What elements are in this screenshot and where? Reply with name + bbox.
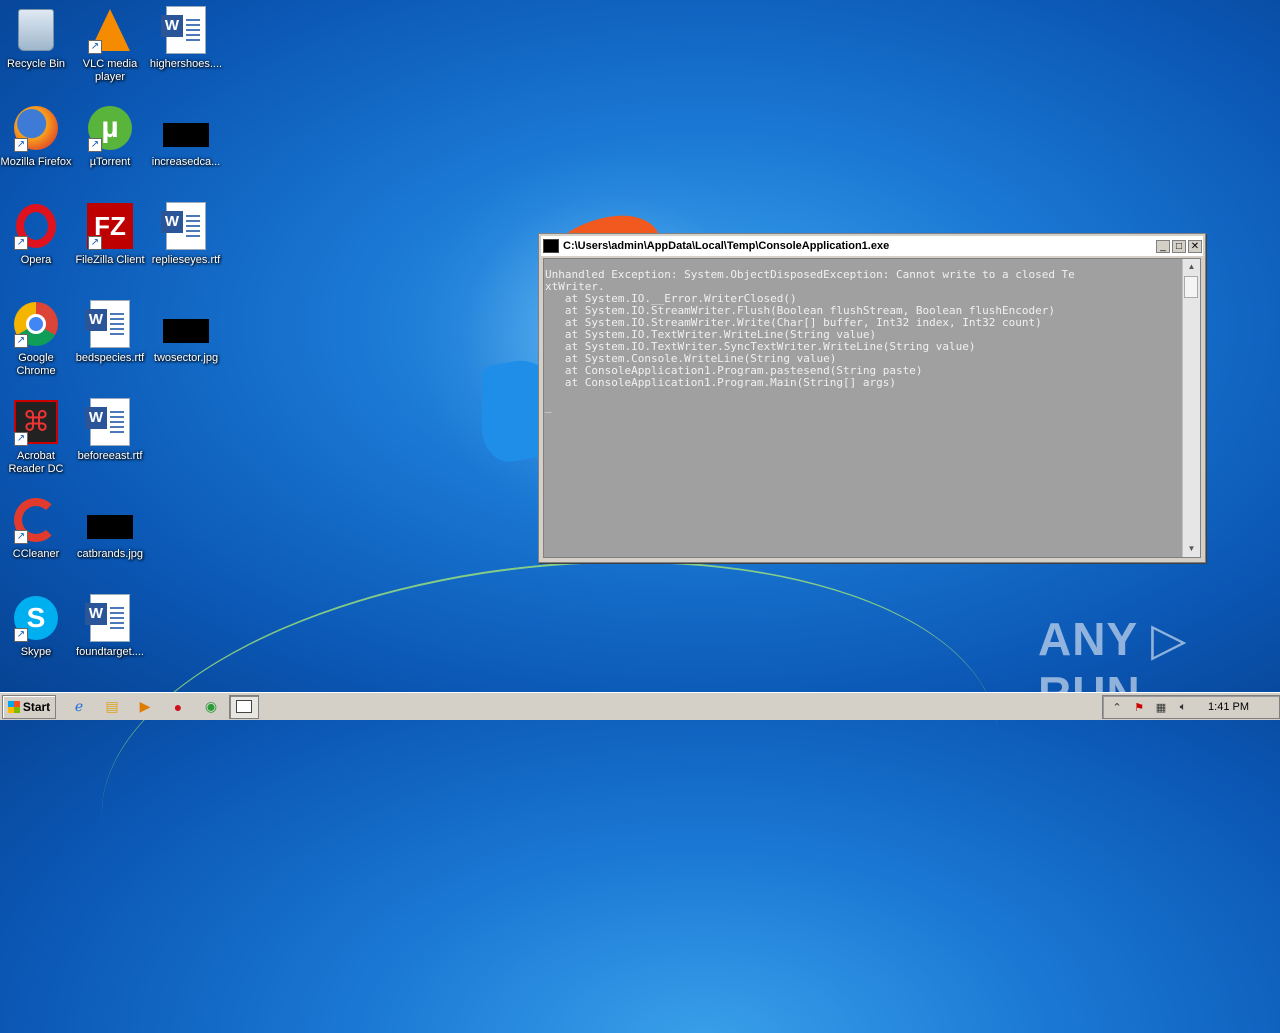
desktop-icon-recycle-bin[interactable]: Recycle Bin (0, 6, 74, 71)
image-thumbnail-icon (87, 515, 133, 539)
word-document-icon (161, 6, 206, 54)
desktop-icon-filezilla[interactable]: FZ ↗ FileZilla Client (72, 202, 148, 267)
desktop-icon-acrobat[interactable]: ⌘ ↗ Acrobat Reader DC (0, 398, 74, 476)
recycle-bin-icon (18, 9, 54, 51)
desktop-icon-label: µTorrent (89, 156, 131, 168)
desktop-icon-label: Acrobat Reader DC (8, 450, 64, 475)
desktop-icon-highershoes[interactable]: highershoes.... (148, 6, 224, 71)
console-window-icon (236, 700, 252, 713)
scroll-up-arrow-icon[interactable]: ▲ (1183, 259, 1200, 275)
shortcut-arrow-icon: ↗ (14, 432, 28, 446)
desktop-icon-vlc[interactable]: ↗ VLC media player (72, 6, 148, 84)
desktop-icon-catbrands[interactable]: catbrands.jpg (72, 496, 148, 561)
wallpaper-swoosh (80, 519, 1020, 1033)
media-player-icon[interactable]: ▶ (135, 697, 155, 717)
shortcut-arrow-icon: ↗ (88, 40, 102, 54)
desktop-icon-replieseyes[interactable]: replieseyes.rtf (148, 202, 224, 267)
taskbar: Start ℯ ▤ ▶ ● ◉ ⌃ ⚑ ▦ 🔈︎ 1:41 PM (0, 692, 1280, 720)
desktop-icon-label: Recycle Bin (6, 58, 66, 70)
system-tray: ⌃ ⚑ ▦ 🔈︎ 1:41 PM (1102, 695, 1280, 719)
explorer-icon[interactable]: ▤ (102, 697, 122, 717)
shortcut-arrow-icon: ↗ (14, 138, 28, 152)
image-thumbnail-icon (163, 319, 209, 343)
desktop-icon-increasedca[interactable]: increasedca... (148, 104, 224, 169)
console-window[interactable]: C:\Users\admin\AppData\Local\Temp\Consol… (538, 233, 1206, 563)
console-title: C:\Users\admin\AppData\Local\Temp\Consol… (563, 240, 890, 252)
desktop-icon-label: bedspecies.rtf (75, 352, 145, 364)
clock[interactable]: 1:41 PM (1208, 701, 1249, 713)
desktop-icon-label: twosector.jpg (153, 352, 219, 364)
desktop-icon-label: VLC media player (82, 58, 138, 83)
network-icon[interactable]: ▦ (1153, 699, 1169, 715)
minimize-button[interactable]: _ (1156, 239, 1170, 253)
desktop-icon-label: Google Chrome (16, 352, 56, 377)
console-titlebar[interactable]: C:\Users\admin\AppData\Local\Temp\Consol… (541, 236, 1203, 256)
volume-icon[interactable]: 🔈︎ (1175, 699, 1191, 715)
desktop-icon-label: Opera (20, 254, 52, 266)
word-document-icon (85, 594, 130, 642)
desktop-icon-bedspecies[interactable]: bedspecies.rtf (72, 300, 148, 365)
ie-icon[interactable]: ℯ (69, 697, 89, 717)
console-scrollbar[interactable]: ▲ ▼ (1182, 259, 1200, 557)
desktop-icon-twosector[interactable]: twosector.jpg (148, 300, 224, 365)
desktop-icon-chrome[interactable]: ↗ Google Chrome (0, 300, 74, 378)
desktop-icon-label: beforeeast.rtf (77, 450, 143, 462)
word-document-icon (85, 300, 130, 348)
image-thumbnail-icon (163, 123, 209, 147)
maximize-button[interactable]: □ (1172, 239, 1186, 253)
desktop-icon-label: Skype (20, 646, 52, 658)
console-output: Unhandled Exception: System.ObjectDispos… (545, 268, 1075, 413)
scroll-down-arrow-icon[interactable]: ▼ (1183, 541, 1200, 557)
desktop-icon-foundtarget[interactable]: foundtarget.... (72, 594, 148, 659)
desktop-icon-utorrent[interactable]: µ ↗ µTorrent (72, 104, 148, 169)
opera-icon[interactable]: ● (168, 697, 188, 717)
shortcut-arrow-icon: ↗ (14, 530, 28, 544)
shortcut-arrow-icon: ↗ (88, 138, 102, 152)
desktop-icon-label: CCleaner (12, 548, 60, 560)
console-app-icon[interactable] (543, 239, 559, 253)
show-hidden-icons-icon[interactable]: ⌃ (1109, 699, 1125, 715)
start-button[interactable]: Start (2, 694, 56, 719)
desktop-icon-firefox[interactable]: ↗ Mozilla Firefox (0, 104, 74, 169)
desktop-icon-label: Mozilla Firefox (0, 156, 72, 168)
scrollbar-thumb[interactable] (1184, 276, 1198, 298)
word-document-icon (161, 202, 206, 250)
action-center-icon[interactable]: ⚑ (1131, 699, 1147, 715)
desktop-icon-label: highershoes.... (149, 58, 223, 70)
desktop-icon-label: replieseyes.rtf (151, 254, 221, 266)
desktop-icon-label: increasedca... (151, 156, 221, 168)
console-body: Unhandled Exception: System.ObjectDispos… (543, 258, 1201, 558)
desktop-icon-beforeeast[interactable]: beforeeast.rtf (72, 398, 148, 463)
desktop-icon-opera[interactable]: ↗ Opera (0, 202, 74, 267)
desktop-icon-ccleaner[interactable]: ↗ CCleaner (0, 496, 74, 561)
desktop-icon-label: FileZilla Client (75, 254, 145, 266)
chrome-icon[interactable]: ◉ (201, 697, 221, 717)
word-document-icon (85, 398, 130, 446)
desktop-icon-label: foundtarget.... (76, 646, 144, 658)
desktop-icon-label: catbrands.jpg (76, 548, 144, 560)
start-label: Start (22, 699, 51, 714)
windows-logo-icon (7, 700, 20, 713)
close-button[interactable]: ✕ (1188, 239, 1202, 253)
shortcut-arrow-icon: ↗ (88, 236, 102, 250)
desktop-icon-skype[interactable]: S ↗ Skype (0, 594, 74, 659)
shortcut-arrow-icon: ↗ (14, 334, 28, 348)
taskbar-console-button[interactable] (229, 694, 259, 719)
shortcut-arrow-icon: ↗ (14, 236, 28, 250)
shortcut-arrow-icon: ↗ (14, 628, 28, 642)
